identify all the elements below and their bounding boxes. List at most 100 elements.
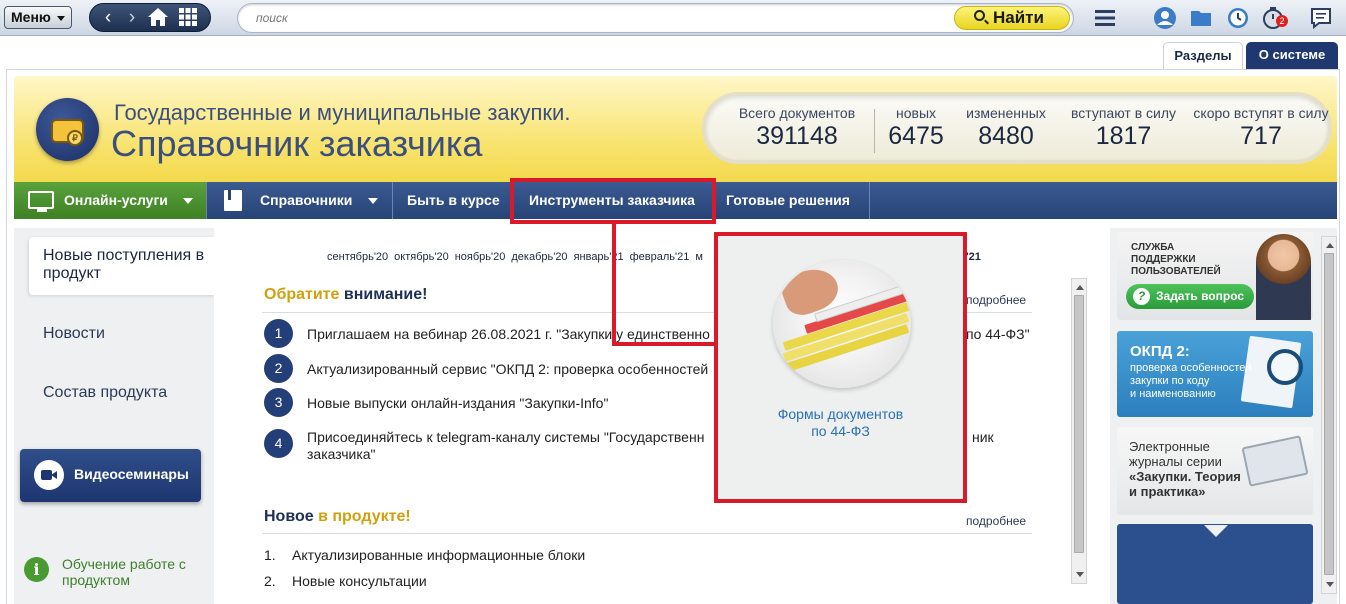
scroll-up-icon[interactable] bbox=[1326, 243, 1334, 248]
nav-stay-informed[interactable]: Быть в курсе bbox=[394, 182, 511, 219]
new-item-link[interactable]: Актуализированные информационные блоки bbox=[292, 547, 585, 563]
journals-line: «Закупки. Теория bbox=[1129, 469, 1241, 484]
header-banner: ₽ Государственные и муниципальные закупк… bbox=[14, 76, 1337, 182]
menu-label: Меню bbox=[11, 9, 51, 25]
support-banner[interactable]: СЛУЖБА ПОДДЕРЖКИ ПОЛЬЗОВАТЕЛЕЙ ? Задать в… bbox=[1117, 232, 1313, 320]
scrollbar-thumb[interactable] bbox=[1074, 295, 1084, 553]
month-link[interactable]: сентябрь'20 bbox=[327, 251, 388, 263]
more-link[interactable]: подробнее bbox=[966, 293, 1026, 307]
okpd-line: и наименованию bbox=[1130, 388, 1216, 400]
stat-label: измененных bbox=[966, 105, 1046, 121]
okpd-line: закупки по коду bbox=[1130, 375, 1210, 387]
scroll-down-icon[interactable] bbox=[1326, 582, 1334, 587]
attention-item-tail[interactable]: по 44-ФЗ" bbox=[966, 326, 1030, 342]
divider bbox=[874, 109, 875, 153]
sidebar-item-new-arrivals[interactable]: Новые поступления в продукт bbox=[29, 237, 216, 295]
chevron-down-icon[interactable] bbox=[1204, 525, 1228, 537]
page-scrollbar[interactable] bbox=[1321, 236, 1337, 594]
stat-new[interactable]: новых 6475 bbox=[881, 105, 951, 151]
support-operator-image bbox=[1256, 234, 1311, 320]
nav-ready-solutions[interactable]: Готовые решения bbox=[715, 182, 870, 219]
navigation-pill: ‹ › bbox=[89, 3, 211, 32]
info-icon: i bbox=[24, 557, 49, 582]
attention-title: Обратите внимание! bbox=[264, 286, 427, 304]
okpd-title: ОКПД 2: bbox=[1130, 343, 1190, 360]
month-link[interactable]: январь'21 bbox=[574, 251, 624, 263]
scrollbar-thumb[interactable] bbox=[1324, 253, 1334, 575]
okpd-banner[interactable]: ОКПД 2: проверка особенностей закупки по… bbox=[1117, 331, 1313, 417]
tab-about-system[interactable]: О системе bbox=[1246, 42, 1338, 69]
user-profile-icon[interactable] bbox=[1153, 6, 1177, 30]
stat-value: 717 bbox=[1240, 122, 1282, 150]
stat-label: вступают в силу bbox=[1070, 105, 1177, 121]
nav-label: Онлайн-услуги bbox=[64, 192, 168, 208]
attention-item-link[interactable]: Приглашаем на вебинар 26.08.2021 г. "Зак… bbox=[307, 326, 710, 342]
item-number-badge: 1 bbox=[264, 319, 293, 348]
stat-soon[interactable]: скоро вступят в силу 717 bbox=[1191, 105, 1331, 151]
new-item-link[interactable]: Новые консультации bbox=[292, 573, 427, 589]
new-title-b: в продукте! bbox=[313, 508, 411, 525]
scroll-down-icon[interactable] bbox=[1076, 572, 1084, 577]
more-link[interactable]: подробнее bbox=[966, 514, 1026, 528]
sidebar-item-label: Новые поступления в продукт bbox=[43, 247, 205, 282]
journals-line: Электронные bbox=[1129, 439, 1210, 454]
coin-icon: ₽ bbox=[67, 130, 83, 146]
attention-item-link[interactable]: Новые выпуски онлайн-издания "Закупки-In… bbox=[307, 395, 608, 411]
stat-total[interactable]: Всего документов 391148 bbox=[732, 105, 862, 151]
stat-label: скоро вступят в силу bbox=[1193, 105, 1329, 121]
search-bar: Найти bbox=[237, 3, 1074, 33]
ask-question-label: Задать вопрос bbox=[1156, 289, 1245, 303]
video-seminars-button[interactable]: Видеосеминары bbox=[20, 449, 201, 502]
message-icon[interactable] bbox=[1309, 6, 1333, 30]
question-icon: ? bbox=[1133, 288, 1150, 305]
sidebar-item-news[interactable]: Новости bbox=[43, 325, 105, 343]
stat-changed[interactable]: измененных 8480 bbox=[956, 105, 1056, 151]
grid-icon[interactable] bbox=[176, 7, 200, 33]
month-link[interactable]: февраль'21 bbox=[630, 251, 690, 263]
back-arrow-icon[interactable]: ‹ bbox=[96, 7, 120, 29]
chevron-down-icon bbox=[368, 198, 378, 204]
home-icon[interactable] bbox=[146, 7, 170, 33]
attention-title-b: внимание! bbox=[339, 286, 428, 303]
video-seminars-label: Видеосеминары bbox=[74, 466, 189, 482]
chevron-down-icon bbox=[57, 16, 65, 21]
journals-line: журналы серии bbox=[1129, 454, 1222, 469]
journals-banner[interactable]: Электронные журналы серии «Закупки. Теор… bbox=[1117, 427, 1313, 515]
hamburger-menu-icon[interactable] bbox=[1093, 6, 1117, 30]
month-selector: сентябрь'20 октябрь'20 ноябрь'20 декабрь'20… bbox=[327, 251, 709, 263]
attention-title-a: Обратите bbox=[264, 286, 340, 303]
scroll-up-icon[interactable] bbox=[1076, 285, 1084, 290]
document-stats: Всего документов 391148 новых 6475 измен… bbox=[702, 92, 1332, 164]
month-link[interactable]: декабрь'20 bbox=[511, 251, 567, 263]
month-link-current[interactable]: '21 bbox=[966, 251, 981, 263]
folder-icon[interactable] bbox=[1189, 6, 1213, 30]
attention-item-tail[interactable]: ник bbox=[972, 429, 994, 445]
find-button[interactable]: Найти bbox=[954, 6, 1070, 30]
forward-arrow-icon[interactable]: › bbox=[120, 7, 144, 29]
stat-label: новых bbox=[895, 105, 937, 121]
training-link[interactable]: Обучение работе с продуктом bbox=[62, 556, 202, 588]
stat-value: 391148 bbox=[756, 122, 838, 150]
tab-sections[interactable]: Разделы bbox=[1163, 42, 1243, 69]
journals-line: и практика» bbox=[1129, 484, 1206, 499]
sidebar-item-product-content[interactable]: Состав продукта bbox=[43, 384, 167, 402]
highlight-connector bbox=[612, 222, 616, 346]
attention-item-link[interactable]: Присоединяйтесь к telegram-каналу систем… bbox=[307, 429, 704, 445]
timer-icon[interactable]: 2 bbox=[1262, 6, 1288, 30]
month-link[interactable]: м bbox=[695, 251, 703, 263]
ask-question-button[interactable]: ? Задать вопрос bbox=[1126, 284, 1254, 309]
month-link[interactable]: октябрь'20 bbox=[394, 251, 449, 263]
search-input[interactable] bbox=[256, 9, 936, 27]
nav-online-services[interactable]: Онлайн-услуги bbox=[14, 182, 207, 219]
attention-item-link[interactable]: Актуализированный сервис "ОКПД 2: провер… bbox=[307, 361, 708, 377]
attention-item-link-line2[interactable]: заказчика" bbox=[307, 446, 376, 462]
clock-icon[interactable] bbox=[1226, 6, 1250, 30]
month-link[interactable]: ноябрь'20 bbox=[455, 251, 506, 263]
nav-reference-books[interactable]: Справочники bbox=[208, 182, 393, 219]
stat-entering-force[interactable]: вступают в силу 1817 bbox=[1061, 105, 1186, 151]
menu-button[interactable]: Меню bbox=[4, 6, 72, 29]
find-label: Найти bbox=[993, 8, 1044, 27]
new-title-a: Новое bbox=[264, 508, 314, 525]
item-number-badge: 3 bbox=[264, 388, 293, 417]
content-scrollbar[interactable] bbox=[1071, 278, 1087, 584]
